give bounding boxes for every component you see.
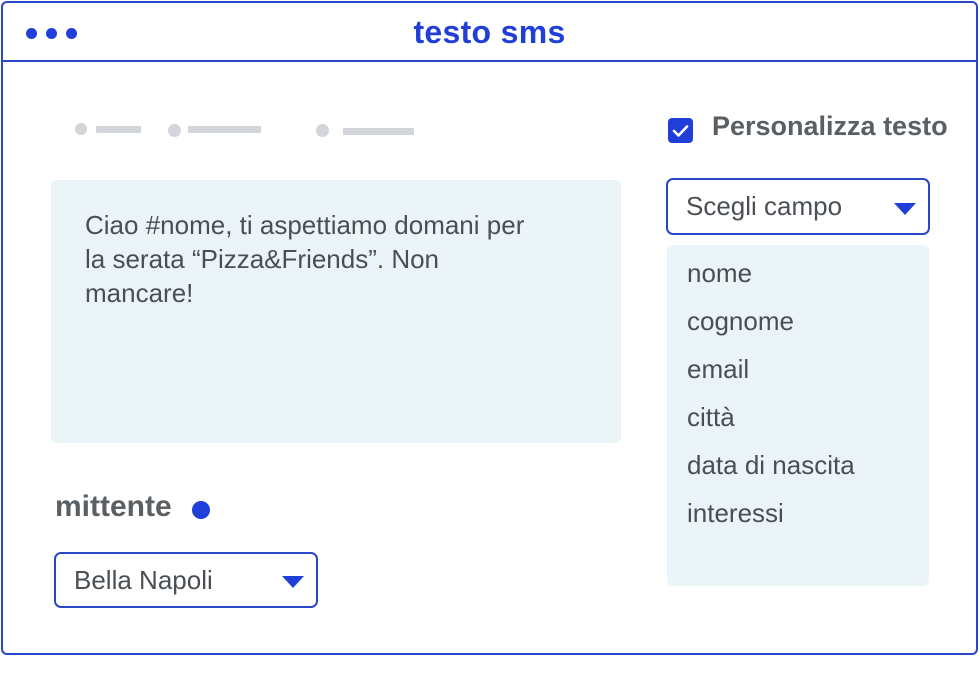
chevron-down-icon[interactable] (282, 576, 304, 588)
placeholder-bar (188, 126, 261, 133)
title-bar: testo sms (3, 3, 976, 62)
placeholder-bar (343, 128, 414, 135)
personalize-label[interactable]: Personalizza testo (712, 111, 948, 142)
field-option-data-di-nascita[interactable]: data di nascita (667, 449, 929, 497)
chevron-down-icon[interactable] (894, 203, 916, 215)
sender-select-value: Bella Napoli (74, 565, 213, 595)
field-option-citta[interactable]: città (667, 401, 929, 449)
field-option-cognome[interactable]: cognome (667, 305, 929, 353)
field-options-list: nome cognome email città data di nascita… (667, 245, 929, 586)
toolbar-placeholder (74, 120, 419, 140)
required-indicator-icon (192, 501, 210, 519)
personalize-checkbox[interactable] (668, 118, 693, 143)
field-option-interessi[interactable]: interessi (667, 497, 929, 545)
check-icon (672, 124, 689, 137)
field-select[interactable]: Scegli campo (666, 178, 930, 235)
message-textarea[interactable]: Ciao #nome, ti aspettiamo domani per la … (51, 180, 621, 443)
field-option-nome[interactable]: nome (667, 257, 929, 305)
placeholder-dot-icon (75, 123, 87, 135)
message-text: Ciao #nome, ti aspettiamo domani per la … (85, 210, 525, 308)
field-option-email[interactable]: email (667, 353, 929, 401)
placeholder-dot-icon (316, 124, 329, 137)
sender-select[interactable]: Bella Napoli (54, 552, 318, 608)
sender-label: mittente (55, 490, 172, 523)
placeholder-dot-icon (168, 124, 181, 137)
field-select-value: Scegli campo (686, 191, 843, 221)
window-title: testo sms (413, 14, 566, 50)
placeholder-bar (96, 126, 141, 133)
